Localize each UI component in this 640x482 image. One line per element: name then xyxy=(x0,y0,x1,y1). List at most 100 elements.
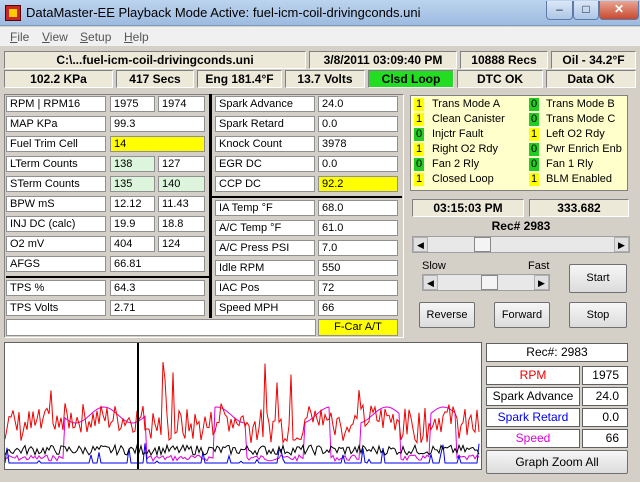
sensor-label: IAC Pos xyxy=(215,280,315,296)
flag-state: 1 xyxy=(529,128,539,141)
sensor-value: 99.3 xyxy=(110,116,205,132)
sensor-value: 64.3 xyxy=(110,280,205,296)
sensor-label: LTerm Counts xyxy=(6,156,106,172)
menu-file[interactable]: File xyxy=(10,30,29,44)
sensor-value: 135 xyxy=(110,176,155,192)
sensor-value: 68.0 xyxy=(318,200,398,216)
sensor-value: 3978 xyxy=(318,136,398,152)
reverse-button[interactable]: Reverse xyxy=(419,302,475,328)
graph-record-number: Rec#: 2983 xyxy=(486,343,628,362)
forward-button[interactable]: Forward xyxy=(494,302,550,328)
legend-series-name: Spark Retard xyxy=(486,408,580,427)
playback-time-box: 03:15:03 PM xyxy=(412,199,524,217)
sensor-value: 19.9 xyxy=(110,216,155,232)
sensor-value: 24.0 xyxy=(318,96,398,112)
sensor-value: 72 xyxy=(318,280,398,296)
sensor-value: 61.0 xyxy=(318,220,398,236)
flag-label: Fan 1 Rly xyxy=(546,158,594,170)
sensor-label: BPW mS xyxy=(6,196,106,212)
sensor-label: INJ DC (calc) xyxy=(6,216,106,232)
start-button[interactable]: Start xyxy=(569,264,627,293)
legend-series-name: RPM xyxy=(486,366,580,385)
data-graph[interactable] xyxy=(4,342,482,470)
oil-temp-box: Oil - 34.2°F xyxy=(551,51,636,69)
flag-label: Trans Mode A xyxy=(432,98,501,110)
spacer-field xyxy=(6,319,316,336)
sensor-label: MAP KPa xyxy=(6,116,106,132)
loop-status-box: Clsd Loop xyxy=(368,70,454,88)
sensor-label: Spark Retard xyxy=(215,116,315,132)
menu-help[interactable]: Help xyxy=(124,30,149,44)
column-divider xyxy=(209,94,212,318)
sensor-value: 66.81 xyxy=(110,256,205,272)
flag-state: 0 xyxy=(529,113,539,126)
records-box: 10888 Recs xyxy=(460,51,548,69)
flag-label: Left O2 Rdy xyxy=(546,128,605,140)
flag-state: 1 xyxy=(414,98,424,111)
sensor-value: 14 xyxy=(110,136,205,152)
flag-state: 1 xyxy=(414,113,424,126)
sensor-value-2: 140 xyxy=(158,176,205,192)
sensor-label: O2 mV xyxy=(6,236,106,252)
sensor-label: AFGS xyxy=(6,256,106,272)
position-slider[interactable]: ◀ ▶ xyxy=(412,236,630,253)
sensor-label: TPS % xyxy=(6,280,106,296)
slider-left-arrow-icon[interactable]: ◀ xyxy=(413,237,428,252)
legend-series-name: Speed xyxy=(486,429,580,448)
sensor-value: 66 xyxy=(318,300,398,316)
window-title: DataMaster-EE Playback Mode Active: fuel… xyxy=(26,5,421,20)
record-number-label: Rec# 2983 xyxy=(491,219,551,233)
sensor-value-2: 124 xyxy=(158,236,205,252)
flag-state: 1 xyxy=(414,143,424,156)
flag-state: 0 xyxy=(414,128,424,141)
flag-label: Injctr Fault xyxy=(432,128,484,140)
speed-left-arrow-icon[interactable]: ◀ xyxy=(423,275,438,290)
sensor-label: A/C Press PSI xyxy=(215,240,315,256)
graph-zoom-all-button[interactable]: Graph Zoom All xyxy=(486,450,628,474)
sensor-label: Spark Advance xyxy=(215,96,315,112)
flag-label: Trans Mode B xyxy=(546,98,615,110)
flag-state: 0 xyxy=(529,143,539,156)
flag-label: Clean Canister xyxy=(432,113,505,125)
rpm-trace xyxy=(4,361,480,445)
legend-series-value: 1975 xyxy=(582,366,628,385)
sensor-label: STerm Counts xyxy=(6,176,106,192)
position-thumb[interactable] xyxy=(473,237,491,252)
engine-temp-box: Eng 181.4°F xyxy=(197,70,282,88)
stop-button[interactable]: Stop xyxy=(569,302,627,328)
sensor-value: 92.2 xyxy=(318,176,398,192)
app-icon xyxy=(5,5,21,21)
legend-series-value: 66 xyxy=(582,429,628,448)
speed-right-arrow-icon[interactable]: ▶ xyxy=(534,275,549,290)
flag-label: Trans Mode C xyxy=(546,113,616,125)
sensor-label: Knock Count xyxy=(215,136,315,152)
car-type-box: F-Car A/T xyxy=(318,319,398,336)
sensor-value: 2.71 xyxy=(110,300,205,316)
left-divider xyxy=(6,276,209,278)
sensor-label: RPM | RPM16 xyxy=(6,96,106,112)
legend-series-name: Spark Advance xyxy=(486,387,580,406)
sensor-label: Fuel Trim Cell xyxy=(6,136,106,152)
spark-advance-trace xyxy=(4,443,480,457)
sensor-value: 0.0 xyxy=(318,156,398,172)
mid-divider xyxy=(212,196,402,198)
speed-thumb[interactable] xyxy=(481,275,499,290)
flag-state: 1 xyxy=(529,173,539,186)
menu-view[interactable]: View xyxy=(42,30,68,44)
flag-label: Closed Loop xyxy=(432,173,494,185)
sensor-label: IA Temp °F xyxy=(215,200,315,216)
kpa-box: 102.2 KPa xyxy=(4,70,113,88)
speed-slider[interactable]: ◀ ▶ xyxy=(422,274,550,291)
close-button[interactable]: ✕ xyxy=(599,1,639,20)
maximize-button[interactable]: □ xyxy=(573,1,599,20)
minimize-button[interactable]: – xyxy=(546,1,573,20)
flag-label: Pwr Enrich Enb xyxy=(546,143,622,155)
flag-label: BLM Enabled xyxy=(546,173,613,185)
sensor-value-2: 11.43 xyxy=(158,196,205,212)
data-status-box: Data OK xyxy=(546,70,636,88)
menu-setup[interactable]: Setup xyxy=(80,30,111,44)
fast-label: Fast xyxy=(528,260,550,272)
sensor-value: 12.12 xyxy=(110,196,155,212)
slider-right-arrow-icon[interactable]: ▶ xyxy=(614,237,629,252)
flag-state: 0 xyxy=(529,98,539,111)
